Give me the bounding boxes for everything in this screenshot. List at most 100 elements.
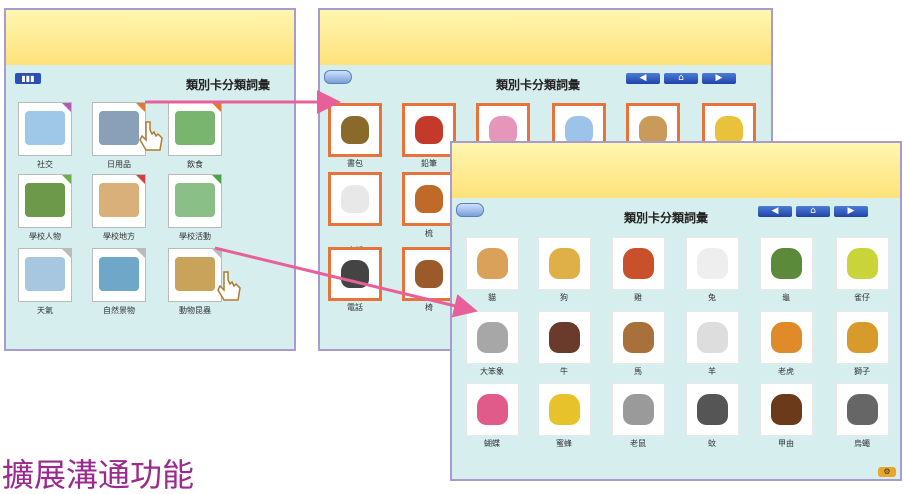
caption-text: 擴展溝通功能 <box>2 456 195 494</box>
vocab-label: 電話 <box>347 303 363 312</box>
animal-label: 蝴蝶 <box>484 439 500 448</box>
animal-label: 烏蠅 <box>854 439 870 448</box>
vocab-card[interactable] <box>402 247 456 301</box>
category-card[interactable] <box>168 248 222 302</box>
category-color-marker <box>62 175 71 184</box>
animal-image <box>623 322 654 353</box>
vocab-card[interactable] <box>402 103 456 157</box>
animal-image <box>697 394 728 425</box>
category-card[interactable] <box>18 248 72 302</box>
panel3-title: 類別卡分類詞彙 <box>624 211 709 225</box>
animal-label: 羊 <box>708 367 716 376</box>
category-card[interactable] <box>168 102 222 156</box>
animal-image <box>477 248 508 279</box>
vocab-image <box>414 184 444 214</box>
home-button[interactable]: ⌂ <box>664 73 698 84</box>
category-label: 飲食 <box>187 160 203 169</box>
animal-label: 老鼠 <box>630 439 646 448</box>
category-image <box>175 257 215 291</box>
panel3-header <box>452 143 900 198</box>
panel1-title: 類別卡分類詞彙 <box>186 78 271 92</box>
animal-label: 雀仔 <box>854 293 870 302</box>
vocab-image <box>414 259 444 289</box>
animal-card[interactable] <box>612 383 665 436</box>
animal-label: 馬 <box>634 367 642 376</box>
vocab-image <box>340 184 370 214</box>
category-label: 社交 <box>37 160 53 169</box>
category-color-marker <box>136 249 145 258</box>
category-image <box>25 183 65 217</box>
animal-card[interactable] <box>686 311 739 364</box>
next-button[interactable]: ▶ <box>834 206 868 217</box>
animal-card[interactable] <box>538 383 591 436</box>
back-button[interactable] <box>456 203 484 217</box>
animal-label: 蚊 <box>708 439 716 448</box>
animal-image <box>847 322 878 353</box>
category-card[interactable] <box>168 174 222 228</box>
animal-card[interactable] <box>538 311 591 364</box>
animal-image <box>549 394 580 425</box>
prev-button[interactable]: ◀ <box>626 73 660 84</box>
category-card[interactable] <box>92 174 146 228</box>
animal-label: 大笨象 <box>480 367 504 376</box>
animal-image <box>549 322 580 353</box>
menu-button[interactable]: ▮▮▮ <box>15 73 41 84</box>
settings-icon[interactable]: ⚙ <box>878 467 896 477</box>
animal-card[interactable] <box>760 311 813 364</box>
category-image <box>99 257 139 291</box>
animal-image <box>623 248 654 279</box>
animal-image <box>771 248 802 279</box>
home-button[interactable]: ⌂ <box>796 206 830 217</box>
category-color-marker <box>136 175 145 184</box>
category-color-marker <box>136 103 145 112</box>
animal-card[interactable] <box>612 237 665 290</box>
panel2-header <box>320 10 771 65</box>
category-card[interactable] <box>18 174 72 228</box>
animal-image <box>623 394 654 425</box>
back-button[interactable] <box>324 70 352 84</box>
animal-label: 龜 <box>782 293 790 302</box>
animal-card[interactable] <box>466 311 519 364</box>
animal-label: 狗 <box>560 293 568 302</box>
category-panel: ▮▮▮ 類別卡分類詞彙 社交 日用品 飲食 學校人物 學校地方 學校活動 天氣 自然景物 動物昆… <box>4 8 296 351</box>
category-card[interactable] <box>92 102 146 156</box>
category-color-marker <box>212 175 221 184</box>
animal-image <box>847 394 878 425</box>
category-image <box>25 111 65 145</box>
animal-card[interactable] <box>760 237 813 290</box>
animal-card[interactable] <box>836 383 889 436</box>
category-card[interactable] <box>92 248 146 302</box>
category-image <box>175 111 215 145</box>
next-button[interactable]: ▶ <box>702 73 736 84</box>
category-label: 學校地方 <box>103 232 135 241</box>
category-label: 自然景物 <box>103 306 135 315</box>
animal-card[interactable] <box>836 311 889 364</box>
animal-card[interactable] <box>836 237 889 290</box>
vocab-card[interactable] <box>328 103 382 157</box>
category-image <box>25 257 65 291</box>
animal-image <box>549 248 580 279</box>
panel1-header <box>6 10 294 65</box>
category-label: 學校人物 <box>29 232 61 241</box>
animal-card[interactable] <box>612 311 665 364</box>
vocab-card[interactable] <box>328 247 382 301</box>
category-color-marker <box>62 103 71 112</box>
category-card[interactable] <box>18 102 72 156</box>
vocab-card[interactable] <box>328 172 382 226</box>
category-image <box>175 183 215 217</box>
category-image <box>99 183 139 217</box>
category-color-marker <box>212 249 221 258</box>
category-label: 動物昆蟲 <box>179 306 211 315</box>
animal-card[interactable] <box>686 237 739 290</box>
animal-card[interactable] <box>686 383 739 436</box>
animal-image <box>477 394 508 425</box>
animal-card[interactable] <box>760 383 813 436</box>
category-image <box>99 111 139 145</box>
animal-card[interactable] <box>466 237 519 290</box>
animal-card[interactable] <box>538 237 591 290</box>
prev-button[interactable]: ◀ <box>758 206 792 217</box>
vocab-card[interactable] <box>402 172 456 226</box>
vocab-label: 書包 <box>347 159 363 168</box>
animal-image <box>477 322 508 353</box>
animal-card[interactable] <box>466 383 519 436</box>
